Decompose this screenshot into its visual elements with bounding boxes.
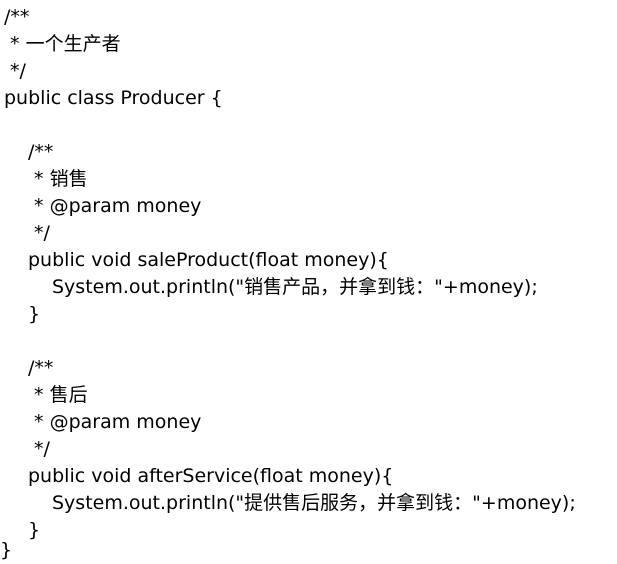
code-line-19: System.out.println("提供售后服务，并拿到钱："+money)… bbox=[52, 492, 576, 514]
code-line-20: } bbox=[28, 519, 41, 541]
code-line-14: /** bbox=[28, 357, 54, 379]
code-line-17: */ bbox=[28, 438, 50, 460]
code-line-6: /** bbox=[28, 141, 54, 163]
code-line-8: * @param money bbox=[28, 195, 202, 217]
code-line-21: } bbox=[0, 539, 13, 561]
code-line-11: System.out.println("销售产品，并拿到钱："+money); bbox=[52, 276, 538, 298]
code-line-7: * 销售 bbox=[28, 168, 88, 190]
code-line-12: } bbox=[28, 303, 41, 325]
code-line-3: */ bbox=[4, 60, 26, 82]
code-line-16: * @param money bbox=[28, 411, 202, 433]
code-line-15: * 售后 bbox=[28, 384, 88, 406]
code-line-1: /** bbox=[4, 6, 30, 28]
code-line-10: public void saleProduct(float money){ bbox=[28, 249, 389, 271]
code-line-18: public void afterService(float money){ bbox=[28, 465, 394, 487]
code-block: /** * 一个生产者 */ public class Producer { /… bbox=[0, 0, 617, 564]
code-line-9: */ bbox=[28, 222, 50, 244]
code-line-2: * 一个生产者 bbox=[4, 33, 121, 55]
code-line-4: public class Producer { bbox=[4, 87, 223, 109]
